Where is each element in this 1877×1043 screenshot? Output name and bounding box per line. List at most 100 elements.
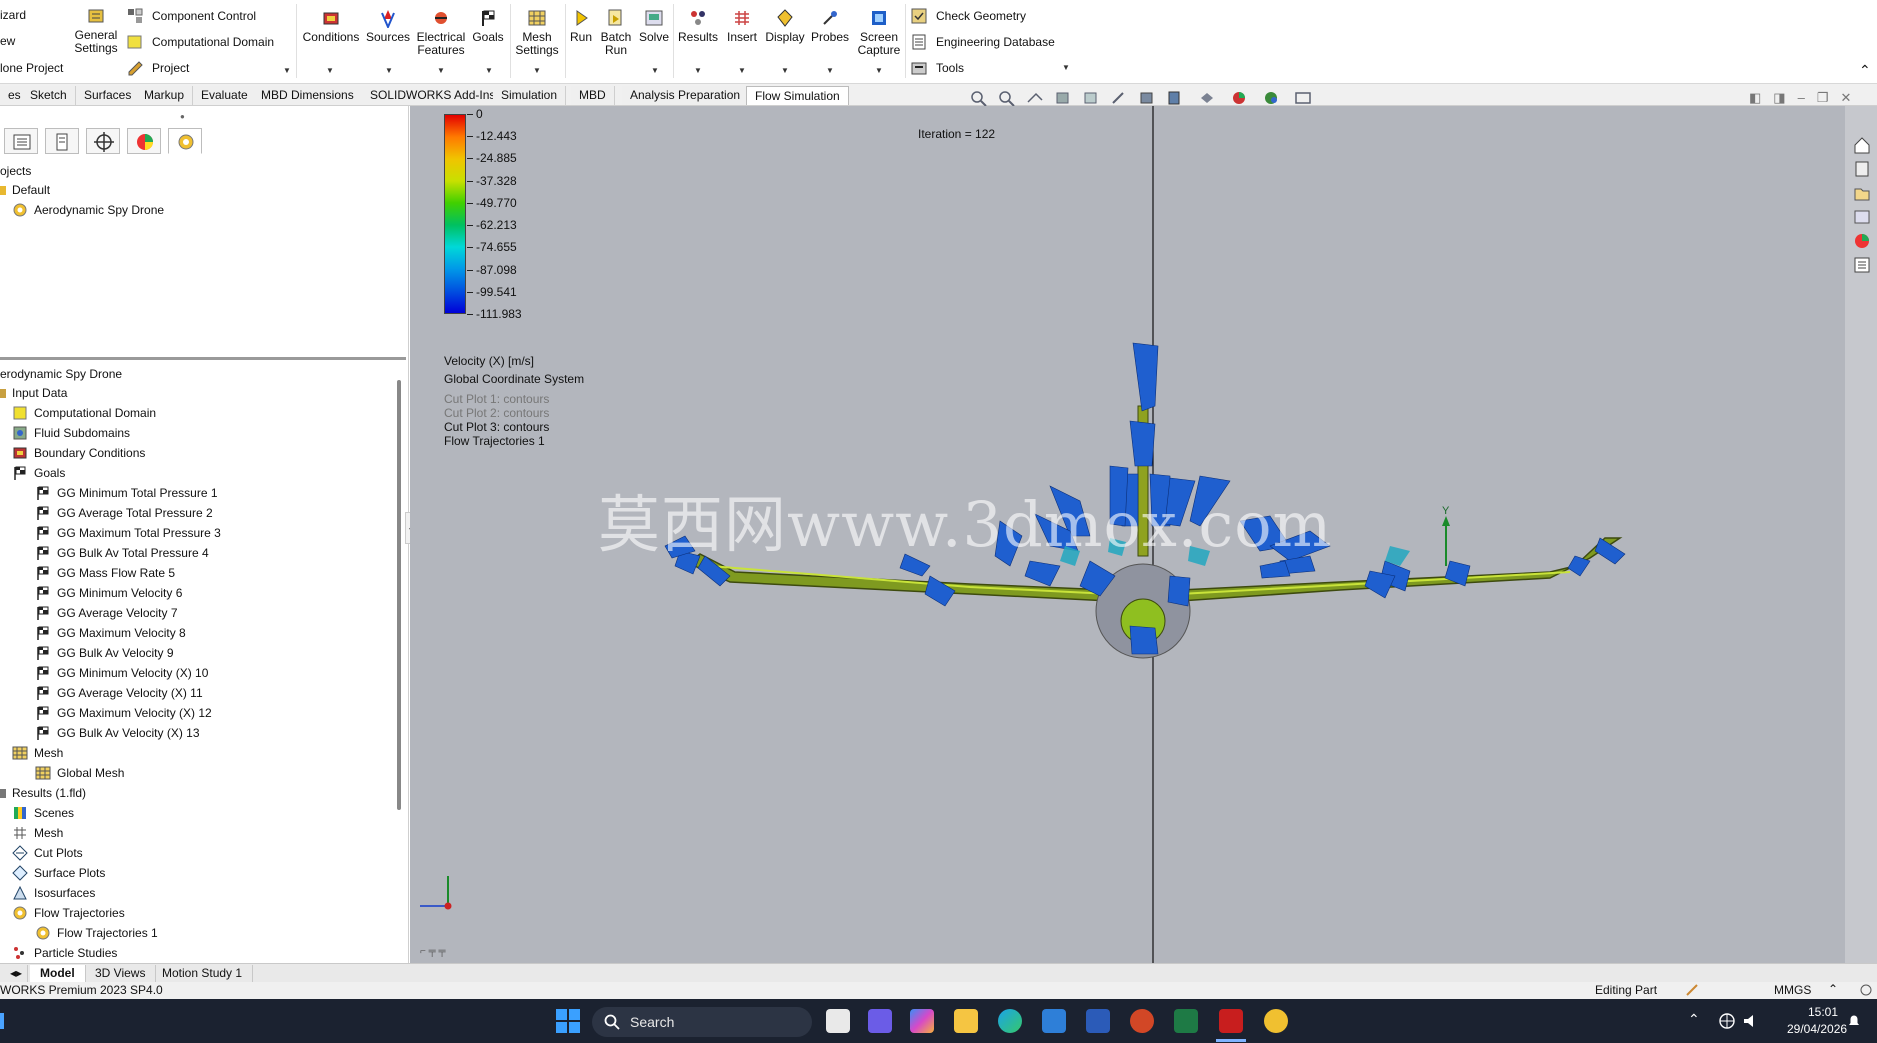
tree-item-flow-trajectories-1[interactable]: Flow Trajectories 1 (35, 924, 158, 942)
tree-item-particle-studies[interactable]: Particle Studies (12, 944, 117, 962)
component-control-button[interactable]: Component Control (126, 7, 256, 25)
tab-flow-simulation[interactable]: Flow Simulation (746, 86, 849, 105)
tree-item-cut-plots[interactable]: Cut Plots (12, 844, 83, 862)
tree-item-goal[interactable]: GG Minimum Velocity 6 (35, 584, 182, 602)
project-dropdown-icon[interactable]: ▼ (283, 66, 291, 75)
tree-item-goal[interactable]: GG Minimum Velocity (X) 10 (35, 664, 208, 682)
appearances-icon[interactable] (1853, 232, 1871, 250)
dynamic-annotation-icon[interactable] (1082, 90, 1100, 106)
units-menu-icon[interactable]: ⌃ (1828, 982, 1838, 996)
status-units[interactable]: MMGS (1774, 983, 1811, 997)
tree-item-project[interactable]: Aerodynamic Spy Drone (12, 201, 164, 219)
teams-icon[interactable] (868, 1009, 892, 1033)
flow-simulation-taskbar-icon[interactable] (1264, 1009, 1288, 1033)
tab-scroll-arrows[interactable]: ◂▸ (0, 965, 28, 982)
collapse-ribbon-icon[interactable]: ⌃ (1859, 62, 1871, 79)
tab-mbd-dimensions[interactable]: MBD Dimensions (253, 86, 363, 105)
tree-item-fluid-subdomains[interactable]: Fluid Subdomains (12, 424, 130, 442)
tab-mbd[interactable]: MBD (571, 86, 615, 105)
computational-domain-button[interactable]: Computational Domain (126, 33, 274, 51)
tree-item-results[interactable]: Results (1.fld) (0, 784, 86, 802)
solve-dropdown-icon[interactable]: ▼ (651, 66, 659, 75)
tree-item-goal[interactable]: GG Average Velocity (X) 11 (35, 684, 203, 702)
rebuild-icon[interactable] (1685, 983, 1699, 997)
tab-sketch[interactable]: Sketch (22, 86, 76, 105)
hide-show-icon[interactable] (1198, 90, 1220, 106)
insert-button[interactable]: Insert (723, 8, 761, 44)
sources-dropdown-icon[interactable]: ▼ (385, 66, 393, 75)
tree-item-global-mesh[interactable]: Global Mesh (35, 764, 124, 782)
analysis-tree-root[interactable]: erodynamic Spy Drone (0, 365, 122, 383)
tree-item-goal[interactable]: GG Mass Flow Rate 5 (35, 564, 175, 582)
tree-item-surface-plots[interactable]: Surface Plots (12, 864, 105, 882)
screen-capture-button[interactable]: Screen Capture (855, 8, 903, 57)
tab-motion-study-1[interactable]: Motion Study 1 (152, 965, 254, 982)
electrical-features-button[interactable]: Electrical Features (414, 8, 468, 57)
windows-start-icon[interactable] (556, 1009, 580, 1033)
store-icon[interactable] (1042, 1009, 1066, 1033)
solve-button[interactable]: Solve (637, 8, 671, 44)
viewport-maximize-icon[interactable]: ❐ (1817, 90, 1829, 106)
conditions-dropdown-icon[interactable]: ▼ (326, 66, 334, 75)
edge-icon[interactable] (998, 1009, 1022, 1033)
tools-button[interactable]: Tools (910, 59, 964, 77)
home-icon[interactable] (1853, 136, 1871, 154)
tab-analysis-preparation[interactable]: Analysis Preparation (622, 86, 750, 105)
tree-item-scenes[interactable]: Scenes (12, 804, 74, 822)
tab-solidworks-addins[interactable]: SOLIDWORKS Add-Ins (362, 86, 505, 105)
project-button[interactable]: Project (126, 59, 189, 77)
batch-run-button[interactable]: Batch Run (598, 8, 634, 57)
section-view-icon[interactable] (1054, 90, 1072, 106)
goals-dropdown-icon[interactable]: ▼ (485, 66, 493, 75)
network-icon[interactable] (1718, 1012, 1736, 1030)
tree-item-goal[interactable]: GG Maximum Velocity (X) 12 (35, 704, 212, 722)
tree-item-flow-trajectories[interactable]: Flow Trajectories (12, 904, 125, 922)
viewport-restore-left-icon[interactable]: ◧ (1749, 90, 1761, 106)
tree-item-goal[interactable]: GG Average Total Pressure 2 (35, 504, 213, 522)
insert-dropdown-icon[interactable]: ▼ (738, 66, 746, 75)
tab-configuration-manager[interactable] (86, 128, 120, 154)
viewport-restore-right-icon[interactable]: ◨ (1773, 90, 1785, 106)
design-library-icon[interactable] (1853, 184, 1871, 202)
electrical-dropdown-icon[interactable]: ▼ (437, 66, 445, 75)
copilot-icon[interactable] (910, 1009, 934, 1033)
tree-scrollbar[interactable] (397, 380, 401, 810)
clock-date[interactable]: 29/04/2026 (1787, 1022, 1847, 1036)
probes-button[interactable]: Probes (808, 8, 852, 44)
zoom-to-fit-icon[interactable] (970, 90, 988, 106)
tree-item-goal[interactable]: GG Bulk Av Velocity 9 (35, 644, 174, 662)
tab-flow-analysis-tree[interactable] (168, 128, 202, 154)
word-icon[interactable] (1086, 1009, 1110, 1033)
results-dropdown-icon[interactable]: ▼ (694, 66, 702, 75)
curvature-icon[interactable] (1110, 90, 1128, 106)
engineering-database-button[interactable]: Engineering Database (910, 33, 1055, 51)
conditions-button[interactable]: Conditions (300, 8, 362, 44)
tab-feature-manager[interactable] (4, 128, 38, 154)
viewport-minimize-icon[interactable]: – (1798, 90, 1805, 106)
check-geometry-button[interactable]: Check Geometry (910, 7, 1026, 25)
graphics-viewport[interactable]: Y ⌐ ╤ ╤ 0 -12.443 -24.885 -37.328 -49.770 -62… (410, 106, 1845, 964)
view-settings-icon[interactable] (1294, 90, 1316, 106)
tree-item-goal[interactable]: GG Maximum Velocity 8 (35, 624, 186, 642)
mesh-dropdown-icon[interactable]: ▼ (533, 66, 541, 75)
tab-model[interactable]: Model (30, 965, 86, 982)
volume-icon[interactable] (1742, 1012, 1760, 1030)
apply-scene-icon[interactable] (1262, 90, 1284, 106)
tree-item-default[interactable]: Default (0, 181, 50, 199)
display-dropdown-icon[interactable]: ▼ (781, 66, 789, 75)
custom-properties-icon[interactable] (1853, 256, 1871, 274)
tree-item-goal[interactable]: GG Bulk Av Total Pressure 4 (35, 544, 209, 562)
tab-3d-views[interactable]: 3D Views (85, 965, 157, 982)
file-explorer-taskbar-icon[interactable] (954, 1009, 978, 1033)
edit-appearance-icon[interactable] (1230, 90, 1252, 106)
tab-property-manager[interactable] (45, 128, 79, 154)
powerpoint-icon[interactable] (1130, 1009, 1154, 1033)
tree-item-goal[interactable]: GG Average Velocity 7 (35, 604, 178, 622)
tree-item-goal[interactable]: GG Bulk Av Velocity (X) 13 (35, 724, 200, 742)
panel-grip-icon[interactable]: ● (180, 112, 185, 121)
project-tree-root[interactable]: ojects (0, 162, 31, 180)
tab-surfaces[interactable]: Surfaces (76, 86, 141, 105)
mesh-settings-button[interactable]: Mesh Settings (512, 8, 562, 57)
zoom-to-area-icon[interactable] (998, 90, 1016, 106)
tab-markup[interactable]: Markup (136, 86, 194, 105)
